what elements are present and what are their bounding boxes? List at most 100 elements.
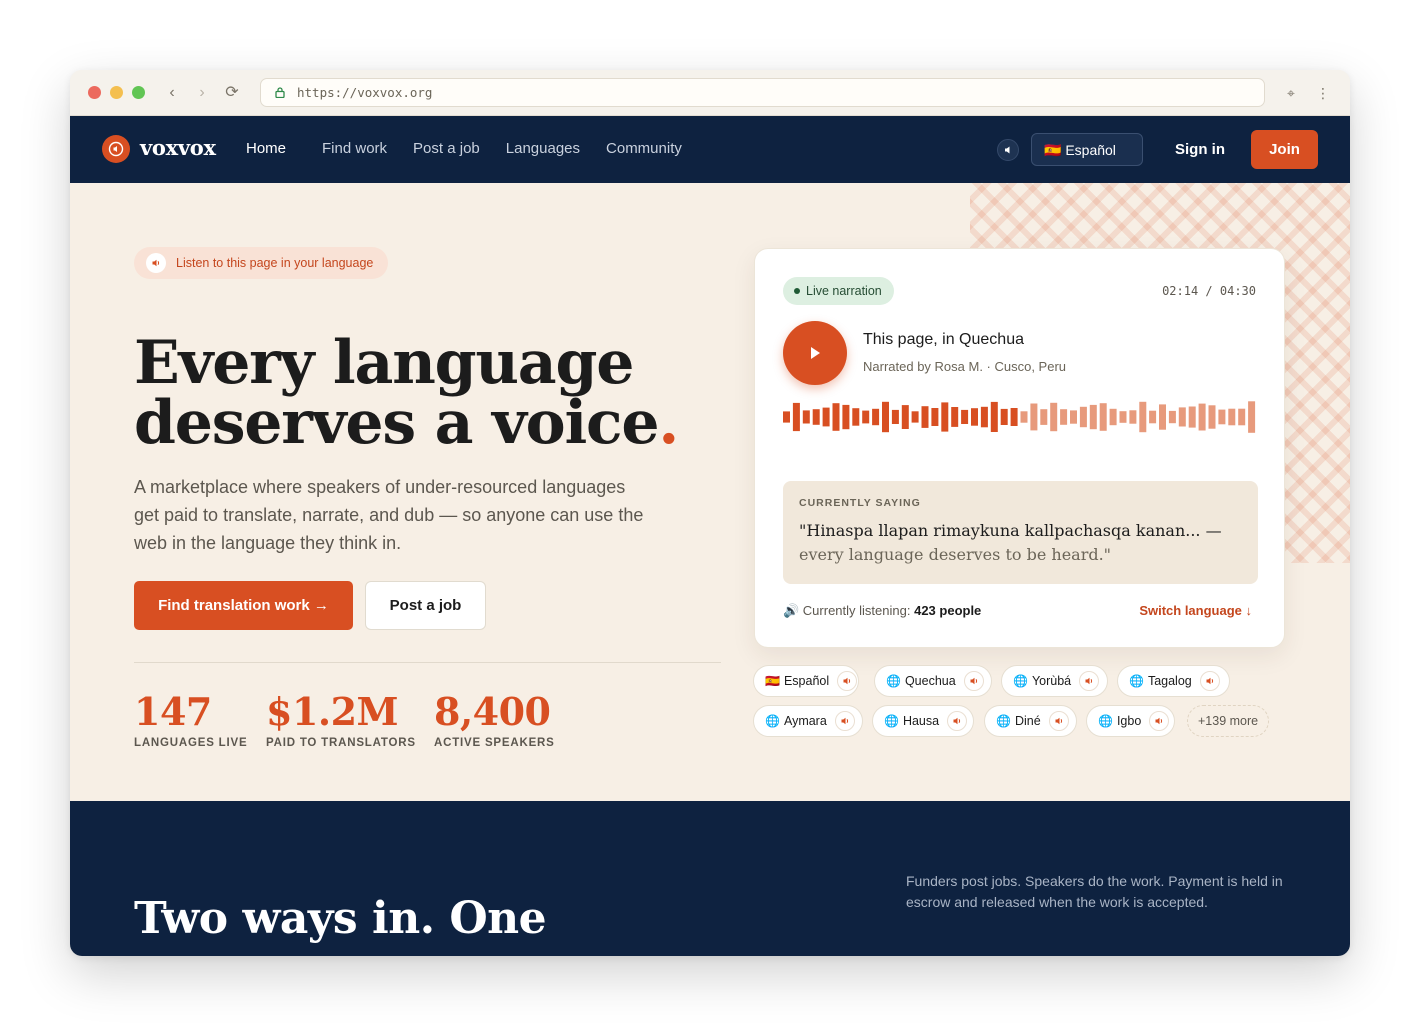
listen-pill-label: Listen to this page in your language [176, 256, 374, 270]
track-title: This page, in Quechua [863, 331, 1024, 348]
site-navbar: voxvox Home Find work Post a job Languag… [70, 116, 1350, 183]
language-chip-igbo[interactable]: 🌐 Igbo [1086, 705, 1175, 737]
waveform-bar [802, 410, 810, 424]
language-name: Español [783, 674, 830, 688]
narration-toggle-button[interactable] [997, 139, 1019, 161]
speaker-icon[interactable] [1079, 671, 1100, 691]
find-translation-work-button[interactable]: Find translation work → [134, 581, 353, 630]
waveform-bar [980, 406, 988, 428]
waveform-bar [1030, 403, 1038, 431]
waveform-bar [891, 409, 899, 424]
waveform-bar [822, 407, 830, 427]
back-icon[interactable]: ‹ [162, 82, 182, 104]
nav-link-find-work[interactable]: Find work [322, 140, 387, 157]
waveform-bar [1168, 410, 1176, 424]
forward-icon[interactable]: › [192, 82, 212, 104]
stat-value: $1.2M [266, 689, 399, 734]
live-narration-badge: Live narration [783, 277, 894, 305]
stat-label: PAID TO TRANSLATORS [266, 737, 416, 749]
waveform-bar [1159, 404, 1166, 430]
waveform-bar [882, 401, 889, 433]
headline-accent-period: . [658, 388, 679, 458]
speaker-icon[interactable] [837, 671, 858, 691]
browser-window: ‹ › ⟳ https://voxvox.org ⌖ ⋮ voxvox Home… [70, 70, 1350, 956]
speaker-icon[interactable] [947, 711, 968, 731]
language-chip-aymara[interactable]: 🌐 Aymara [753, 705, 863, 737]
language-select[interactable]: 🇪🇸 Español [1031, 133, 1143, 166]
quote-translation: every language deserves to be heard." [799, 545, 1112, 564]
kebab-menu-icon[interactable]: ⋮ [1314, 83, 1332, 103]
live-badge-label: Live narration [806, 284, 882, 298]
globe-icon: 🌐 [996, 714, 1011, 728]
speaker-icon[interactable] [963, 671, 984, 691]
hero-headline: Every language deserves a voice. [134, 333, 774, 453]
speaker-icon[interactable] [1149, 711, 1170, 731]
quote-original: "Hinaspa llapan rimaykuna kallpachasqa k… [799, 521, 1222, 540]
sign-in-link[interactable]: Sign in [1175, 141, 1225, 158]
language-chip-quechua[interactable]: 🌐 Quechua [874, 665, 992, 697]
speaker-icon[interactable] [1048, 711, 1069, 731]
hero-subhead: A marketplace where speakers of under-re… [134, 477, 644, 553]
join-button[interactable]: Join [1251, 130, 1318, 169]
url-text: https://voxvox.org [297, 85, 433, 100]
language-name: Yorùbá [1031, 674, 1072, 688]
waveform-bar [792, 402, 800, 432]
globe-icon: 🌐 [1098, 714, 1113, 728]
play-button[interactable] [783, 321, 847, 385]
listen-page-pill[interactable]: Listen to this page in your language [134, 247, 388, 279]
currently-saying-label: CURRENTLY SAYING [799, 497, 921, 509]
lock-icon [275, 87, 285, 98]
waveform-bar [1129, 410, 1137, 424]
waveform-bar [1218, 409, 1226, 425]
waveform-bar [901, 405, 909, 429]
language-chip-yoruba[interactable]: 🌐 Yorùbá [1001, 665, 1108, 697]
section-title: Two ways in. One marketplace. [134, 893, 547, 956]
more-languages-chip[interactable]: +139 more [1187, 705, 1269, 737]
post-a-job-button[interactable]: Post a job [365, 581, 486, 630]
brand-logo[interactable]: voxvox [140, 135, 216, 160]
address-bar[interactable]: https://voxvox.org [260, 78, 1265, 107]
waveform-bar [812, 409, 820, 425]
speaker-icon[interactable] [1199, 671, 1220, 691]
currently-saying-quote: "Hinaspa llapan rimaykuna kallpachasqa k… [799, 519, 1242, 567]
waveform-bar [921, 406, 929, 428]
how-it-works-section: Two ways in. One marketplace. Funders po… [70, 801, 1350, 956]
language-chip-hausa[interactable]: 🌐 Hausa [872, 705, 974, 737]
nav-link-home[interactable]: Home [246, 140, 286, 157]
browser-chrome: ‹ › ⟳ https://voxvox.org ⌖ ⋮ [70, 70, 1350, 116]
flag-icon: 🇪🇸 [765, 674, 780, 688]
close-window-button[interactable] [88, 86, 101, 99]
waveform-bar [832, 403, 840, 431]
audio-waveform[interactable] [783, 401, 1258, 433]
waveform-bar [951, 407, 959, 427]
waveform-bar [931, 408, 939, 426]
waveform-bar [1060, 409, 1068, 425]
switch-language-link[interactable]: Switch language ↓ [1139, 603, 1252, 618]
extension-icon[interactable]: ⌖ [1282, 83, 1300, 103]
stat-paid-to-translators: $1.2M PAID TO TRANSLATORS [266, 689, 416, 749]
reload-icon[interactable]: ⟳ [222, 82, 242, 104]
waveform-bar [1149, 410, 1157, 424]
waveform-bar [1070, 410, 1077, 424]
waveform-bar [852, 408, 860, 426]
nav-link-languages[interactable]: Languages [506, 140, 580, 157]
speaker-icon[interactable] [102, 135, 130, 163]
nav-link-post-a-job[interactable]: Post a job [413, 140, 480, 157]
waveform-bar [1139, 401, 1147, 433]
maximize-window-button[interactable] [132, 86, 145, 99]
speaker-icon[interactable] [834, 711, 855, 731]
waveform-bar [1248, 401, 1256, 433]
globe-icon: 🌐 [1129, 674, 1144, 688]
nav-link-community[interactable]: Community [606, 140, 682, 157]
language-chip-tagalog[interactable]: 🌐 Tagalog [1117, 665, 1230, 697]
language-chip-espanol[interactable]: 🇪🇸 Español [753, 665, 859, 697]
play-icon [811, 347, 820, 359]
nav-links: Home Find work Post a job Languages Comm… [246, 140, 708, 157]
language-chip-dine[interactable]: 🌐 Diné [984, 705, 1077, 737]
waveform-bar [1079, 406, 1087, 428]
waveform-bar [1178, 407, 1186, 427]
section-description: Funders post jobs. Speakers do the work.… [906, 873, 1283, 910]
globe-icon: 🌐 [886, 674, 901, 688]
minimize-window-button[interactable] [110, 86, 123, 99]
waveform-bar [941, 402, 949, 432]
